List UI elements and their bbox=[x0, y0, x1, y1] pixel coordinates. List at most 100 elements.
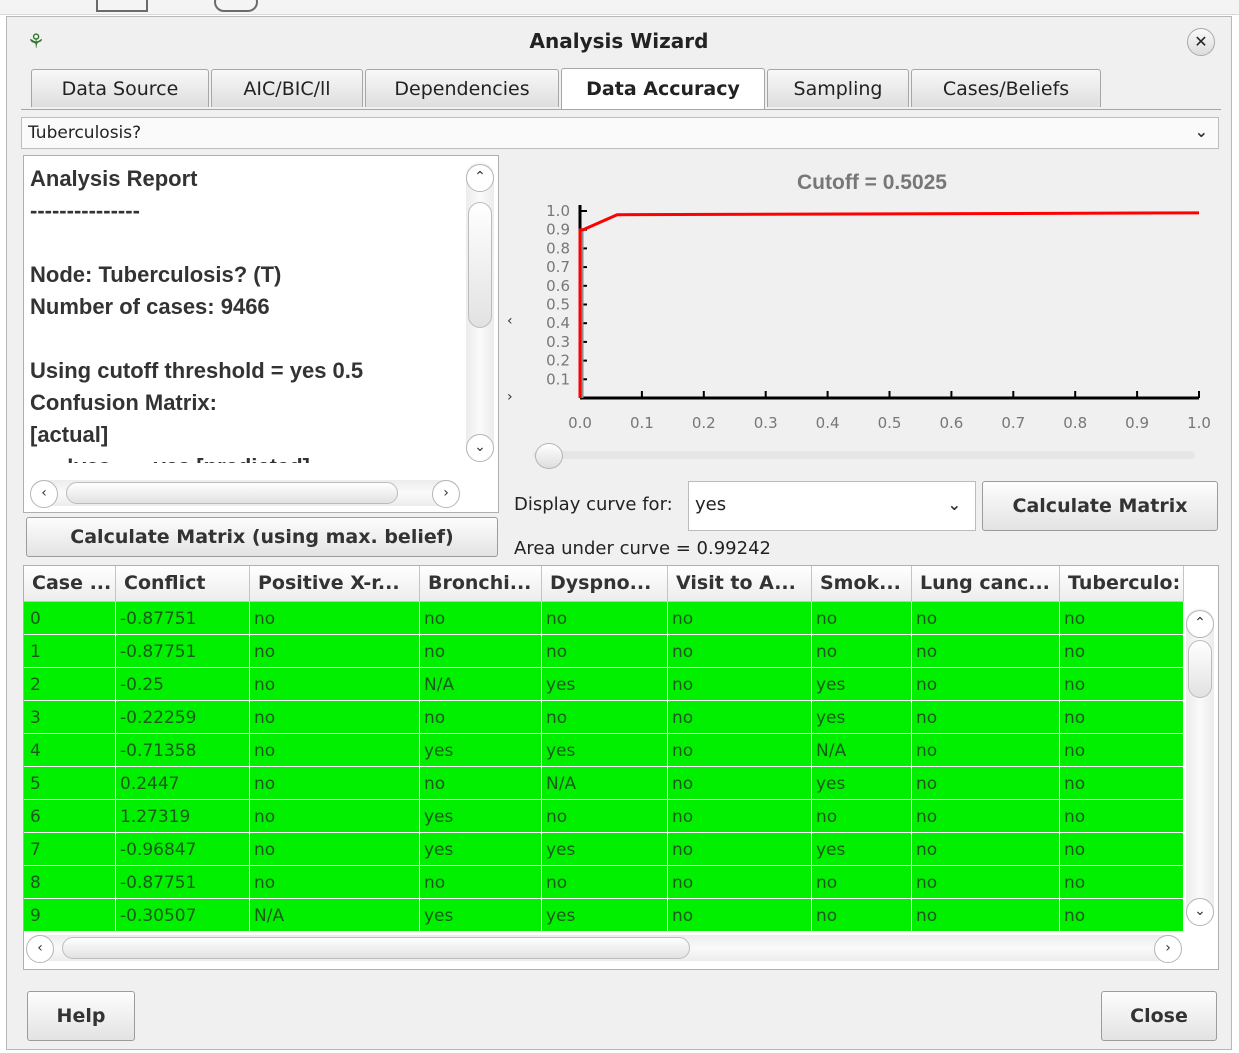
table-cell: N/A bbox=[250, 899, 420, 931]
chevron-up-icon[interactable]: ⌃ bbox=[1186, 610, 1214, 638]
table-cell: yes bbox=[420, 734, 542, 766]
calculate-matrix-max-belief-button[interactable]: Calculate Matrix (using max. belief) bbox=[26, 517, 498, 557]
table-cell: no bbox=[1060, 635, 1184, 667]
table-row[interactable]: 9 -0.30507 N/A yes yes no no no no bbox=[24, 899, 1184, 932]
y-tick-label: 0.3 bbox=[546, 333, 570, 351]
table-row[interactable]: 7 -0.96847 no yes yes no yes no no bbox=[24, 833, 1184, 866]
calculate-matrix-button[interactable]: Calculate Matrix bbox=[982, 481, 1218, 531]
y-tick-label: 0.2 bbox=[546, 352, 570, 370]
table-row[interactable]: 5 0.2447 no no N/A no yes no no bbox=[24, 767, 1184, 800]
table-row[interactable]: 0 -0.87751 no no no no no no no bbox=[24, 602, 1184, 635]
cutoff-slider[interactable] bbox=[533, 443, 1195, 469]
tab-sampling[interactable]: Sampling bbox=[767, 69, 909, 107]
column-header[interactable]: Bronchi... bbox=[420, 566, 542, 601]
node-select[interactable]: Tuberculosis? ⌄ bbox=[21, 117, 1219, 149]
table-cell: no bbox=[912, 602, 1060, 634]
table-cell: 0.2447 bbox=[116, 767, 250, 799]
table-cell: no bbox=[812, 635, 912, 667]
table-cell: no bbox=[1060, 668, 1184, 700]
tab-data-source[interactable]: Data Source bbox=[31, 69, 209, 107]
table-row[interactable]: 8 -0.87751 no no no no no no no bbox=[24, 866, 1184, 899]
report-line: --------------- bbox=[30, 198, 140, 223]
report-line: Confusion Matrix: bbox=[30, 390, 217, 415]
table-cell: no bbox=[420, 635, 542, 667]
chevron-left-icon[interactable]: ‹ bbox=[26, 935, 54, 963]
y-tick-label: 0.9 bbox=[546, 221, 570, 239]
column-header[interactable]: Positive X-r... bbox=[250, 566, 420, 601]
column-header[interactable]: Visit to A... bbox=[668, 566, 812, 601]
chevron-left-icon[interactable]: ‹ bbox=[507, 313, 513, 329]
column-header[interactable]: Tuberculo: bbox=[1060, 566, 1184, 601]
close-button[interactable]: Close bbox=[1101, 991, 1217, 1041]
x-tick-label: 1.0 bbox=[1187, 414, 1211, 432]
tab-cases-beliefs[interactable]: Cases/Beliefs bbox=[911, 69, 1101, 107]
table-scroll-thumb[interactable] bbox=[1188, 640, 1212, 698]
chevron-left-icon[interactable]: ‹ bbox=[30, 480, 58, 508]
column-header[interactable]: Dyspno... bbox=[542, 566, 668, 601]
x-tick-label: 0.1 bbox=[630, 414, 654, 432]
chevron-down-icon[interactable]: ⌄ bbox=[1195, 122, 1208, 141]
chevron-down-icon[interactable]: ⌄ bbox=[466, 434, 494, 462]
node-select-value: Tuberculosis? bbox=[28, 123, 142, 143]
chevron-down-icon[interactable]: ⌄ bbox=[948, 495, 961, 514]
chevron-down-icon[interactable]: ⌄ bbox=[1186, 898, 1214, 926]
table-cell: N/A bbox=[542, 767, 668, 799]
table-row[interactable]: 4 -0.71358 no yes yes no N/A no no bbox=[24, 734, 1184, 767]
table-cell: no bbox=[250, 635, 420, 667]
table-cell: no bbox=[668, 833, 812, 865]
table-row[interactable]: 3 -0.22259 no no no no yes no no bbox=[24, 701, 1184, 734]
column-header[interactable]: Lung canc... bbox=[912, 566, 1060, 601]
chevron-right-icon[interactable]: › bbox=[432, 480, 460, 508]
table-horizontal-scrollbar[interactable]: ‹ › bbox=[26, 935, 1182, 963]
tab-aic-bic-ll[interactable]: AIC/BIC/ll bbox=[211, 69, 363, 107]
analysis-report-panel[interactable]: Analysis Report --------------- Node: Tu… bbox=[23, 155, 499, 513]
close-icon[interactable]: ✕ bbox=[1187, 28, 1215, 56]
table-cell: no bbox=[912, 701, 1060, 733]
cases-table[interactable]: Case ... Conflict Positive X-r... Bronch… bbox=[23, 565, 1219, 970]
table-cell: -0.87751 bbox=[116, 635, 250, 667]
y-tick-label: 0.7 bbox=[546, 258, 570, 276]
y-tick-label: 0.5 bbox=[546, 296, 570, 314]
table-cell: no bbox=[912, 800, 1060, 832]
report-scroll-thumb[interactable] bbox=[468, 202, 492, 328]
chart-title: Cutoff = 0.5025 bbox=[797, 171, 947, 194]
table-cell: no bbox=[542, 866, 668, 898]
report-line: Node: Tuberculosis? (T) bbox=[30, 262, 282, 287]
chevron-up-icon[interactable]: ⌃ bbox=[466, 164, 494, 192]
chevron-right-icon[interactable]: › bbox=[1154, 935, 1182, 963]
report-text: Analysis Report --------------- Node: Tu… bbox=[30, 163, 460, 463]
report-horizontal-scrollbar[interactable]: ‹ › bbox=[30, 480, 460, 508]
x-tick-label: 0.0 bbox=[568, 414, 592, 432]
report-vertical-scrollbar[interactable]: ⌃ ⌄ bbox=[466, 162, 494, 462]
table-cell: yes bbox=[812, 668, 912, 700]
table-row[interactable]: 2 -0.25 no N/A yes no yes no no bbox=[24, 668, 1184, 701]
table-cell: no bbox=[1060, 701, 1184, 733]
column-header[interactable]: Smok... bbox=[812, 566, 912, 601]
table-hscroll-thumb[interactable] bbox=[62, 937, 690, 959]
y-tick-label: 0.4 bbox=[546, 314, 570, 332]
table-cell: no bbox=[668, 602, 812, 634]
column-header[interactable]: Conflict bbox=[116, 566, 250, 601]
chevron-right-icon[interactable]: › bbox=[507, 389, 513, 405]
report-hscroll-thumb[interactable] bbox=[66, 482, 398, 504]
table-cell: no bbox=[912, 767, 1060, 799]
cutoff-slider-knob[interactable] bbox=[535, 443, 563, 469]
table-cell: no bbox=[1060, 899, 1184, 931]
table-body: 0 -0.87751 no no no no no no no 1 -0.87751 no no no no… bbox=[24, 602, 1184, 932]
background-window-strip bbox=[0, 0, 1239, 15]
table-row[interactable]: 1 -0.87751 no no no no no no no bbox=[24, 635, 1184, 668]
y-tick-label: 0.1 bbox=[546, 370, 570, 388]
tab-dependencies[interactable]: Dependencies bbox=[365, 69, 559, 107]
x-tick-label: 0.9 bbox=[1125, 414, 1149, 432]
tab-data-accuracy[interactable]: Data Accuracy bbox=[561, 68, 765, 109]
table-row[interactable]: 6 1.27319 no yes no no no no no bbox=[24, 800, 1184, 833]
analysis-wizard-dialog: ⚘ Analysis Wizard ✕ Data Source AIC/BIC/… bbox=[6, 16, 1232, 1050]
report-line: Using cutoff threshold = yes 0.5 bbox=[30, 358, 364, 383]
table-cell: 9 bbox=[24, 899, 116, 931]
column-header[interactable]: Case ... bbox=[24, 566, 116, 601]
table-cell: no bbox=[1060, 833, 1184, 865]
display-curve-select[interactable]: yes ⌄ bbox=[688, 481, 976, 531]
table-cell: no bbox=[668, 701, 812, 733]
help-button[interactable]: Help bbox=[27, 991, 135, 1041]
table-vertical-scrollbar[interactable]: ⌃ ⌄ bbox=[1186, 608, 1214, 926]
